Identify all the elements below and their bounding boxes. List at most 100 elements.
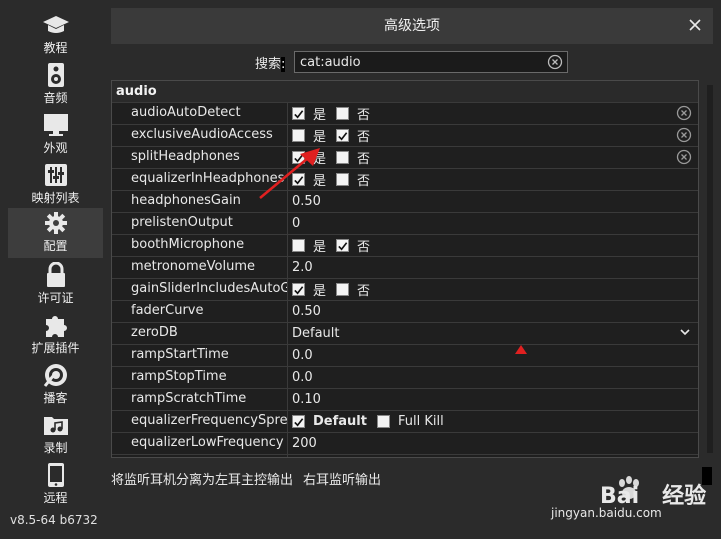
table-row: exclusiveAudioAccess 是否 (112, 125, 698, 147)
no-checkbox[interactable] (336, 107, 350, 120)
setting-value-cell[interactable]: 是否 (288, 125, 698, 146)
clear-circle-icon (676, 127, 692, 147)
setting-value-cell[interactable]: Default Full Kill (288, 411, 698, 432)
clear-circle-icon (676, 149, 692, 169)
search-label-colon: : (281, 57, 286, 72)
sidebar-item-tutorial[interactable]: 教程 (8, 10, 103, 58)
setting-text-value: 0.0 (292, 370, 313, 385)
table-row: equalizerMidFrequency1700 (112, 455, 698, 457)
sidebar-item-audio[interactable]: 音频 (8, 60, 103, 108)
setting-value-cell[interactable]: 是否 (288, 235, 698, 256)
setting-text-value: 0 (292, 216, 301, 231)
no-checkbox[interactable] (336, 239, 350, 252)
no-label: 否 (357, 174, 371, 189)
yes-checkbox[interactable] (292, 283, 305, 296)
yes-checkbox[interactable] (292, 415, 305, 428)
setting-value-cell[interactable]: 2.0 (288, 257, 698, 278)
no-label: 否 (357, 284, 371, 299)
sidebar-item-label: 映射列表 (31, 191, 80, 205)
table-row: audioAutoDetect 是否 (112, 103, 698, 125)
setting-key: rampStartTime (112, 345, 288, 366)
search-input[interactable] (294, 51, 568, 73)
setting-value-cell[interactable]: 1700 (288, 455, 698, 457)
setting-value-cell[interactable]: 0.10 (288, 389, 698, 410)
sidebar-item-config[interactable]: 配置 (8, 208, 103, 258)
settings-table: audio audioAutoDetect 是否 exclusiveAudioAcc… (111, 80, 699, 458)
table-row: gainSliderIncludesAutoGain是否 (112, 279, 698, 301)
puzzle-icon (41, 312, 71, 338)
sidebar-item-record[interactable]: 录制 (8, 410, 103, 458)
yes-checkbox[interactable] (292, 107, 305, 120)
sidebar-item-label: 播客 (43, 391, 68, 405)
version-label: v8.5-64 b6732 (10, 513, 98, 527)
no-checkbox[interactable] (336, 173, 350, 186)
setting-text-value: 2.0 (292, 260, 313, 275)
chevron-down-icon[interactable] (680, 326, 690, 341)
setting-value-cell[interactable]: 是否 (288, 147, 698, 168)
no-checkbox[interactable] (376, 415, 390, 428)
setting-text-value: 200 (292, 436, 317, 451)
setting-key: audioAutoDetect (112, 103, 288, 124)
reset-button[interactable] (676, 149, 692, 165)
table-row: headphonesGain 0.50 (112, 191, 698, 213)
table-row: prelistenOutput 0 (112, 213, 698, 235)
monitor-icon (41, 112, 71, 138)
setting-value-cell[interactable]: 0 (288, 213, 698, 234)
graduation-cap-icon (41, 12, 71, 38)
sidebar-item-appearance[interactable]: 外观 (8, 110, 103, 158)
search-label: 搜索: (255, 53, 286, 72)
sidebar: 教程 音频 外观 映射列表 配置 许可证 扩展插件 播客 录制 远程 v8.5-… (0, 0, 103, 539)
sidebar-item-extensions[interactable]: 扩展插件 (8, 310, 103, 358)
sidebar-item-remote[interactable]: 远程 (8, 460, 103, 508)
table-row: zeroDB Default (112, 323, 698, 345)
setting-value-cell[interactable]: 200 (288, 433, 698, 454)
clear-circle-icon (547, 54, 563, 70)
setting-value-cell[interactable]: 0.0 (288, 345, 698, 366)
sidebar-item-mapping-list[interactable]: 映射列表 (8, 160, 103, 208)
yes-label: 是 (313, 130, 327, 145)
setting-value-cell[interactable]: 是否 (288, 279, 698, 300)
yes-checkbox[interactable] (292, 239, 305, 252)
no-label: 否 (357, 108, 371, 123)
sidebar-item-podcast[interactable]: 播客 (8, 360, 103, 408)
vertical-scrollbar[interactable] (707, 85, 713, 453)
sidebar-item-label: 教程 (43, 41, 68, 55)
setting-value-cell[interactable]: 0.50 (288, 301, 698, 322)
dialog-title-bar: 高级选项 (111, 8, 713, 44)
no-label: Full Kill (397, 414, 444, 429)
setting-key: equalizerLowFrequency (112, 433, 288, 454)
table-row: rampStartTime 0.0 (112, 345, 698, 367)
setting-value-cell[interactable]: Default (288, 323, 698, 344)
podcast-icon (41, 362, 71, 388)
reset-button[interactable] (676, 127, 692, 143)
section-header: audio (112, 81, 698, 103)
sidebar-item-license[interactable]: 许可证 (8, 260, 103, 308)
reset-button[interactable] (676, 105, 692, 121)
watermark-brand-cn: 经验 (662, 484, 707, 509)
setting-select-value: Default (292, 326, 340, 341)
yes-label: 是 (313, 240, 327, 255)
no-checkbox[interactable] (336, 151, 350, 164)
close-button[interactable] (685, 15, 705, 35)
table-row: equalizerInHeadphones 是否 (112, 169, 698, 191)
folder-music-icon (41, 412, 71, 438)
setting-text-value: 0.10 (292, 392, 321, 407)
no-checkbox[interactable] (336, 283, 350, 296)
table-row: equalizerLowFrequency 200 (112, 433, 698, 455)
setting-key: equalizerMidFrequency (112, 455, 288, 457)
sliders-icon (41, 162, 71, 188)
setting-value-cell[interactable]: 是否 (288, 169, 698, 190)
sidebar-item-label: 配置 (43, 239, 68, 253)
search-clear-button[interactable] (547, 54, 563, 70)
yes-checkbox[interactable] (292, 129, 305, 142)
table-row: equalizerFrequencySpread Default Full Kill (112, 411, 698, 433)
setting-value-cell[interactable]: 是否 (288, 103, 698, 124)
setting-key: metronomeVolume (112, 257, 288, 278)
setting-key: rampStopTime (112, 367, 288, 388)
yes-label: Default (313, 414, 367, 429)
setting-value-cell[interactable]: 0.0 (288, 367, 698, 388)
setting-key: faderCurve (112, 301, 288, 322)
setting-key: exclusiveAudioAccess (112, 125, 288, 146)
no-checkbox[interactable] (336, 129, 350, 142)
setting-value-cell[interactable]: 0.50 (288, 191, 698, 212)
